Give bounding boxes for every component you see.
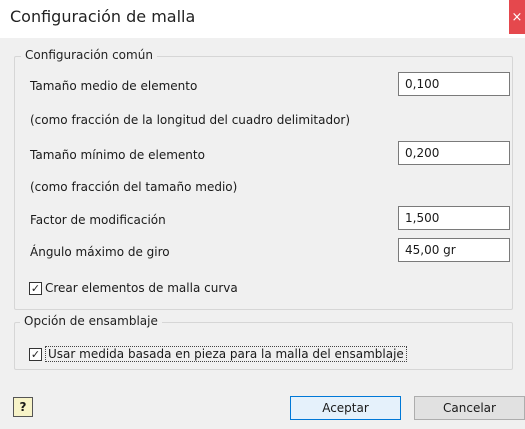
common-settings-legend: Configuración común (21, 48, 157, 62)
close-icon[interactable]: × (509, 0, 525, 34)
min-element-size-label: Tamaño mínimo de elemento (30, 148, 205, 162)
max-turn-angle-input[interactable] (398, 238, 510, 262)
modification-factor-label: Factor de modificación (30, 213, 166, 227)
curved-elements-checkbox[interactable]: ✓ (29, 281, 42, 295)
curved-elements-checkbox-row[interactable]: ✓ Crear elementos de malla curva (29, 281, 238, 295)
ok-button[interactable]: Aceptar (290, 396, 401, 420)
max-turn-angle-label: Ángulo máximo de giro (30, 245, 170, 259)
avg-element-size-input[interactable] (398, 72, 510, 96)
cancel-button[interactable]: Cancelar (414, 396, 525, 420)
avg-element-size-label: Tamaño medio de elemento (30, 79, 198, 93)
part-based-measure-checkbox[interactable]: ✓ (29, 347, 42, 361)
min-element-size-note: (como fracción del tamaño medio) (30, 180, 238, 194)
help-icon[interactable]: ? (13, 397, 33, 417)
min-element-size-input[interactable] (398, 141, 510, 165)
assembly-option-legend: Opción de ensamblaje (20, 314, 162, 328)
part-based-measure-checkbox-row[interactable]: ✓ Usar medida basada en pieza para la ma… (29, 346, 407, 362)
title-bar: Configuración de malla × (0, 0, 525, 38)
dialog-title: Configuración de malla (10, 7, 196, 26)
modification-factor-input[interactable] (398, 206, 510, 230)
avg-element-size-note: (como fracción de la longitud del cuadro… (30, 113, 351, 127)
part-based-measure-label: Usar medida basada en pieza para la mall… (45, 346, 407, 362)
curved-elements-label: Crear elementos de malla curva (45, 281, 238, 295)
